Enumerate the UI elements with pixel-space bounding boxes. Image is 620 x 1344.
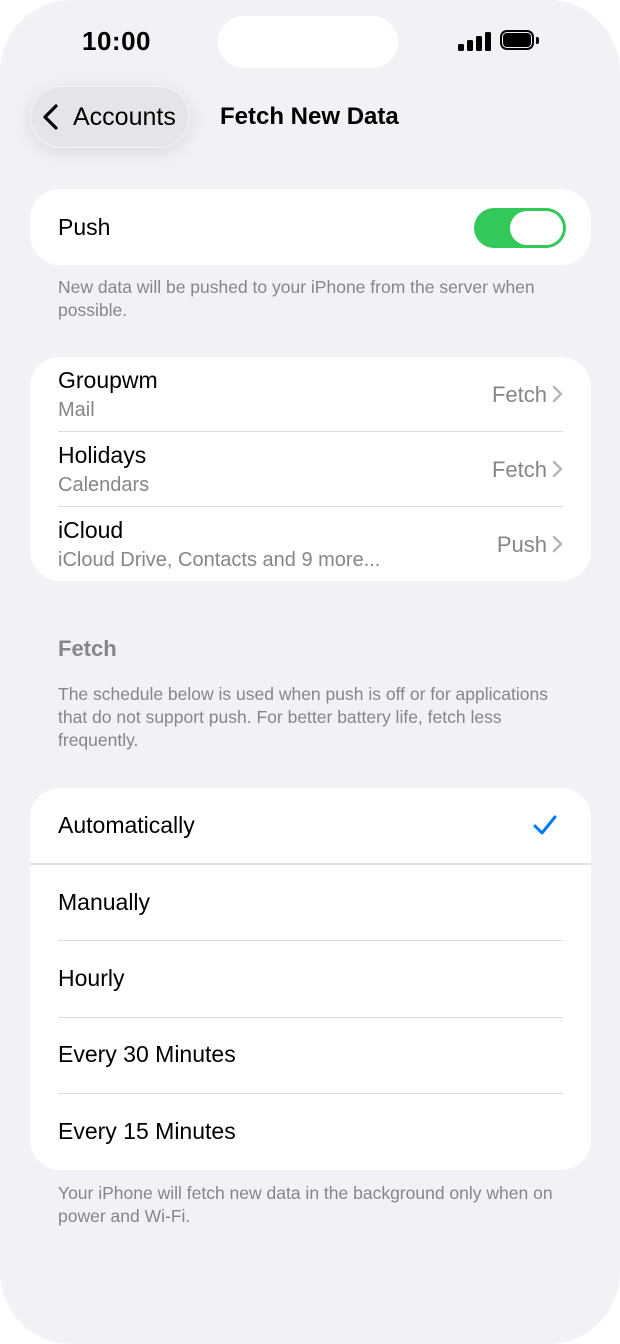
schedule-option-label: Hourly [58, 965, 125, 991]
fetch-section-header: Fetch [58, 636, 117, 661]
account-row-icloud[interactable]: iCloud iCloud Drive, Contacts and 9 more… [30, 507, 591, 581]
schedule-option-label: Every 30 Minutes [58, 1041, 236, 1067]
toggle-knob [510, 211, 563, 245]
status-time: 10:00 [82, 26, 151, 56]
cellular-signal-icon [458, 31, 492, 51]
back-button[interactable]: Accounts [30, 86, 190, 148]
push-label: Push [58, 214, 111, 240]
schedule-option-automatically[interactable]: Automatically [30, 788, 591, 864]
account-fetch-mode: Fetch [491, 457, 547, 482]
chevron-right-icon [552, 385, 563, 403]
account-fetch-mode: Fetch [491, 382, 547, 407]
schedule-option-manually[interactable]: Manually [30, 865, 591, 941]
schedule-option-label: Automatically [58, 812, 195, 838]
fetch-schedule-card: Automatically Manually Hourly Every 30 M… [30, 788, 591, 1170]
accounts-card: Groupwm Mail Fetch Holidays Calendars Fe… [30, 357, 591, 581]
dynamic-island [218, 16, 398, 68]
schedule-option-hourly[interactable]: Hourly [30, 941, 591, 1017]
checkmark-icon [533, 815, 557, 835]
push-card: Push [30, 189, 591, 265]
account-subtitle: Mail [58, 399, 95, 421]
push-footnote: New data will be pushed to your iPhone f… [58, 277, 535, 320]
account-title: Groupwm [58, 367, 158, 393]
chevron-right-icon [552, 460, 563, 478]
account-title: Holidays [58, 442, 147, 468]
account-row-groupwm[interactable]: Groupwm Mail Fetch [30, 357, 591, 432]
back-button-label: Accounts [73, 103, 176, 131]
phone-screen: 10:00 Accounts Fetch New Data Push New d… [0, 0, 620, 1344]
chevron-left-icon [43, 104, 58, 130]
account-subtitle: Calendars [58, 474, 150, 496]
fetch-description: The schedule below is used when push is … [58, 684, 548, 750]
account-title: iCloud [58, 517, 124, 543]
fetch-footnote: Your iPhone will fetch new data in the b… [58, 1183, 553, 1226]
push-toggle[interactable] [474, 208, 566, 248]
account-subtitle: iCloud Drive, Contacts and 9 more... [58, 549, 381, 571]
schedule-option-label: Manually [58, 889, 151, 915]
account-row-holidays[interactable]: Holidays Calendars Fetch [30, 432, 591, 507]
schedule-option-every-30-minutes[interactable]: Every 30 Minutes [30, 1017, 591, 1093]
schedule-option-every-15-minutes[interactable]: Every 15 Minutes [30, 1094, 591, 1170]
account-fetch-mode: Push [496, 532, 547, 557]
page-title: Fetch New Data [220, 103, 399, 130]
schedule-option-label: Every 15 Minutes [58, 1118, 236, 1144]
chevron-right-icon [552, 535, 563, 553]
battery-icon [500, 30, 540, 52]
